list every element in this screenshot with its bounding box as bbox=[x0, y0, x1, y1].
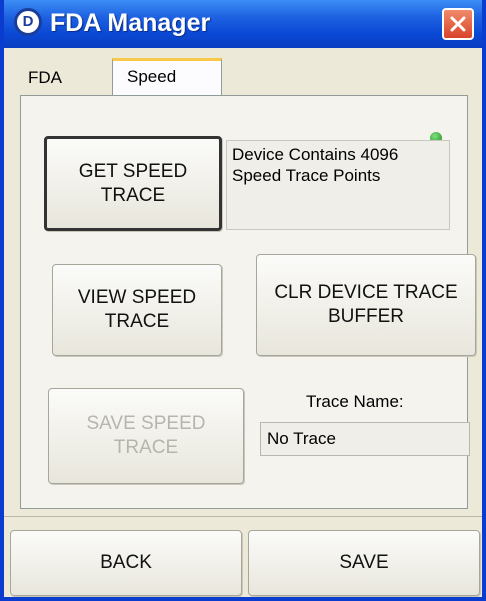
trace-name-label: Trace Name: bbox=[306, 392, 404, 411]
fda-manager-window: D FDA Manager FDA Speed GET SPEED TRACE … bbox=[0, 0, 486, 601]
save-button[interactable]: SAVE bbox=[248, 530, 480, 596]
save-label: SAVE bbox=[339, 552, 389, 573]
tab-speed[interactable]: Speed bbox=[112, 58, 222, 96]
get-speed-trace-button[interactable]: GET SPEED TRACE bbox=[44, 136, 222, 231]
get-speed-trace-label: GET SPEED TRACE bbox=[78, 160, 188, 206]
back-label: BACK bbox=[100, 552, 152, 573]
device-d-icon: D bbox=[14, 8, 42, 36]
back-button[interactable]: BACK bbox=[10, 530, 242, 596]
device-info-text: Device Contains 4096 Speed Trace Points bbox=[232, 145, 399, 185]
trace-name-field[interactable]: No Trace bbox=[260, 422, 470, 456]
save-speed-trace-label: SAVE SPEED TRACE bbox=[86, 413, 206, 458]
view-speed-trace-button[interactable]: VIEW SPEED TRACE bbox=[52, 264, 222, 356]
close-button[interactable] bbox=[442, 8, 474, 40]
view-speed-trace-label: VIEW SPEED TRACE bbox=[77, 287, 197, 332]
separator bbox=[4, 516, 482, 517]
title-bar[interactable]: D FDA Manager bbox=[4, 0, 482, 48]
clr-device-trace-buffer-label: CLR DEVICE TRACE BUFFER bbox=[274, 282, 458, 327]
device-info-readout: Device Contains 4096 Speed Trace Points bbox=[226, 140, 450, 230]
tab-fda[interactable]: FDA bbox=[20, 62, 112, 94]
close-icon bbox=[450, 16, 466, 32]
window-title: FDA Manager bbox=[50, 9, 211, 37]
clr-device-trace-buffer-button[interactable]: CLR DEVICE TRACE BUFFER bbox=[256, 254, 476, 356]
save-speed-trace-button[interactable]: SAVE SPEED TRACE bbox=[48, 388, 244, 484]
